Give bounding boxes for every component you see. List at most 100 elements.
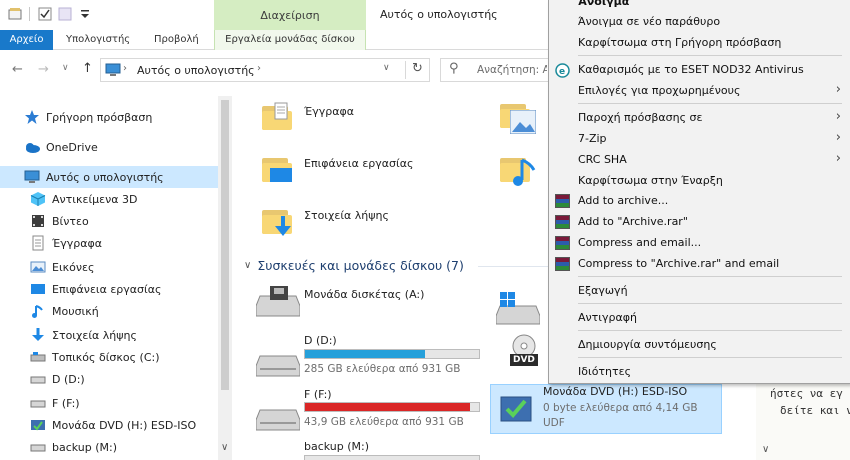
- address-dropdown-icon[interactable]: ∨: [383, 63, 390, 73]
- refresh-icon[interactable]: ↻: [405, 61, 429, 79]
- menu-item-pin-start[interactable]: Καρφίτσωμα στην Έναρξη: [549, 171, 849, 191]
- menu-item-crc-sha[interactable]: CRC SHA ›: [549, 150, 849, 170]
- drive-name: Μονάδα DVD (H:) ESD-ISO: [543, 385, 688, 398]
- background-text: ήστες να εγ: [770, 387, 843, 400]
- folder-label[interactable]: Επιφάνεια εργασίας: [304, 157, 413, 170]
- sidebar-item-label: Επιφάνεια εργασίας: [52, 282, 162, 296]
- menu-item-pin-quick-access[interactable]: Καρφίτσωμα στη Γρήγορη πρόσβαση: [549, 33, 849, 53]
- menu-item-7zip[interactable]: 7-Zip ›: [549, 129, 849, 149]
- menu-item-compress-archive-email[interactable]: Compress to "Archive.rar" and email: [549, 254, 849, 274]
- menu-item-copy[interactable]: Αντιγραφή: [549, 308, 849, 328]
- sidebar-item-label: backup (M:): [52, 440, 118, 454]
- usage-fill: [305, 403, 471, 411]
- menu-item-properties[interactable]: Ιδιότητες: [549, 362, 849, 382]
- drive-usage-bar: [304, 455, 480, 460]
- forward-arrow-icon[interactable]: →: [38, 62, 49, 77]
- dvd-drive-tile-selected[interactable]: Μονάδα DVD (H:) ESD-ISO 0 byte ελεύθερα …: [490, 384, 722, 434]
- sidebar-item-label: Τοπικός δίσκος (C:): [52, 350, 160, 364]
- tab-computer[interactable]: Υπολογιστής: [66, 30, 130, 50]
- sidebar-item-label: OneDrive: [46, 140, 98, 154]
- menu-item-open-new-window[interactable]: Άνοιγμα σε νέο παράθυρο: [549, 12, 849, 32]
- breadcrumb-chevron-icon[interactable]: ›: [257, 63, 261, 74]
- tab-view[interactable]: Προβολή: [154, 30, 199, 50]
- sidebar-item-quick-access[interactable]: Γρήγορη πρόσβαση: [24, 106, 214, 128]
- scroll-down-icon[interactable]: ∨: [762, 444, 769, 455]
- dvd-drive-icon: [500, 396, 532, 422]
- sidebar-item-drive-f[interactable]: F (F:): [30, 392, 216, 414]
- menu-item-give-access[interactable]: Παροχή πρόσβασης σε ›: [549, 108, 849, 128]
- sidebar-item-videos[interactable]: Βίντεο: [30, 210, 216, 232]
- breadcrumb[interactable]: Αυτός ο υπολογιστής: [137, 64, 255, 77]
- devices-section-header[interactable]: ∨ Συσκευές και μονάδες δίσκου (7): [244, 258, 464, 273]
- hard-drive-icon[interactable]: [255, 348, 301, 377]
- new-folder-icon[interactable]: [58, 6, 72, 22]
- sidebar-item-dvd-h[interactable]: Μονάδα DVD (H:) ESD-ISO: [30, 414, 216, 436]
- recent-chevron-icon[interactable]: ∨: [62, 63, 69, 73]
- music-folder-icon[interactable]: [500, 154, 536, 186]
- floppy-drive-icon[interactable]: [255, 284, 301, 317]
- winrar-icon: [555, 215, 570, 229]
- downloads-folder-icon[interactable]: [262, 206, 292, 236]
- drive-free-space: 0 byte ελεύθερα από 4,14 GB: [543, 402, 698, 414]
- scroll-down-icon[interactable]: ∨: [221, 442, 228, 453]
- tab-file[interactable]: Αρχείο: [0, 30, 53, 50]
- sidebar-item-desktop[interactable]: Επιφάνεια εργασίας: [30, 278, 216, 300]
- address-bar[interactable]: › Αυτός ο υπολογιστής › ∨ ↻: [100, 58, 430, 82]
- sidebar-item-drive-d[interactable]: D (D:): [30, 368, 216, 390]
- drive-name[interactable]: backup (M:): [304, 440, 369, 453]
- nav-scrollbar[interactable]: [218, 96, 232, 460]
- document-icon: [30, 235, 46, 251]
- properties-icon[interactable]: [8, 6, 22, 22]
- menu-item-advanced-options[interactable]: Επιλογές για προχωρημένους ›: [549, 81, 849, 101]
- windows-drive-icon[interactable]: [495, 292, 541, 325]
- drive-name[interactable]: Μονάδα δισκέτας (A:): [304, 288, 424, 301]
- sidebar-item-pictures[interactable]: Εικόνες: [30, 256, 216, 278]
- sidebar-item-music[interactable]: Μουσική: [30, 300, 216, 322]
- up-arrow-icon[interactable]: ↑: [82, 61, 93, 76]
- sidebar-item-3d-objects[interactable]: Αντικείμενα 3D: [30, 188, 216, 210]
- menu-item-add-to-archive-rar[interactable]: Add to "Archive.rar": [549, 212, 849, 232]
- drive-name[interactable]: D (D:): [304, 334, 337, 347]
- menu-item-create-shortcut[interactable]: Δημιουργία συντόμευσης: [549, 335, 849, 355]
- dvd-drive-icon[interactable]: DVD: [506, 334, 546, 366]
- menu-item-eset-scan[interactable]: e Καθαρισμός με το ESET NOD32 Antivirus: [549, 60, 849, 80]
- manage-tab[interactable]: Διαχείριση: [214, 0, 366, 30]
- drive-icon: [30, 349, 46, 365]
- drive-icon: [30, 439, 46, 455]
- checkmark-icon[interactable]: [38, 6, 52, 22]
- pictures-folder-icon[interactable]: [500, 100, 536, 134]
- drive-free-space: 43,9 GB ελεύθερα από 931 GB: [304, 416, 464, 428]
- sidebar-item-label: Αντικείμενα 3D: [52, 192, 138, 206]
- folder-label[interactable]: Έγγραφα: [304, 105, 354, 118]
- hard-drive-icon[interactable]: [255, 402, 301, 431]
- sidebar-item-onedrive[interactable]: OneDrive: [24, 136, 214, 158]
- desktop-folder-icon[interactable]: [262, 154, 292, 182]
- search-input[interactable]: ⚲ Αναζήτηση: Α: [440, 58, 550, 82]
- menu-item-add-to-archive[interactable]: Add to archive...: [549, 191, 849, 211]
- menu-item-open[interactable]: Άνοιγμα: [549, 0, 849, 12]
- drive-free-space: 285 GB ελεύθερα από 931 GB: [304, 363, 461, 375]
- submenu-arrow-icon: ›: [835, 151, 841, 166]
- customize-dropdown-icon[interactable]: [80, 6, 90, 22]
- sidebar-item-documents[interactable]: Έγγραφα: [30, 232, 216, 254]
- folder-label[interactable]: Στοιχεία λήψης: [304, 209, 389, 222]
- sidebar-item-local-disk-c[interactable]: Τοπικός δίσκος (C:): [30, 346, 216, 368]
- eset-icon: e: [555, 63, 570, 78]
- sidebar-item-this-pc[interactable]: Αυτός ο υπολογιστής: [0, 166, 218, 188]
- menu-item-compress-email[interactable]: Compress and email...: [549, 233, 849, 253]
- breadcrumb-chevron-icon[interactable]: ›: [123, 63, 127, 74]
- menu-item-eject[interactable]: Εξαγωγή: [549, 281, 849, 301]
- search-icon: ⚲: [449, 61, 459, 76]
- documents-folder-icon[interactable]: [262, 102, 292, 130]
- back-arrow-icon[interactable]: ←: [12, 62, 23, 77]
- sidebar-item-backup-m[interactable]: backup (M:): [30, 436, 216, 458]
- drive-name[interactable]: F (F:): [304, 388, 332, 401]
- collapse-chevron-icon[interactable]: ∨: [244, 260, 251, 271]
- scrollbar-thumb[interactable]: [221, 100, 229, 390]
- cube-icon: [30, 191, 46, 207]
- submenu-arrow-icon: ›: [835, 82, 841, 97]
- tab-drive-tools[interactable]: Εργαλεία μονάδας δίσκου: [214, 30, 366, 50]
- sidebar-item-downloads[interactable]: Στοιχεία λήψης: [30, 324, 216, 346]
- usage-fill: [305, 350, 426, 358]
- window-title: Αυτός ο υπολογιστής: [380, 8, 498, 21]
